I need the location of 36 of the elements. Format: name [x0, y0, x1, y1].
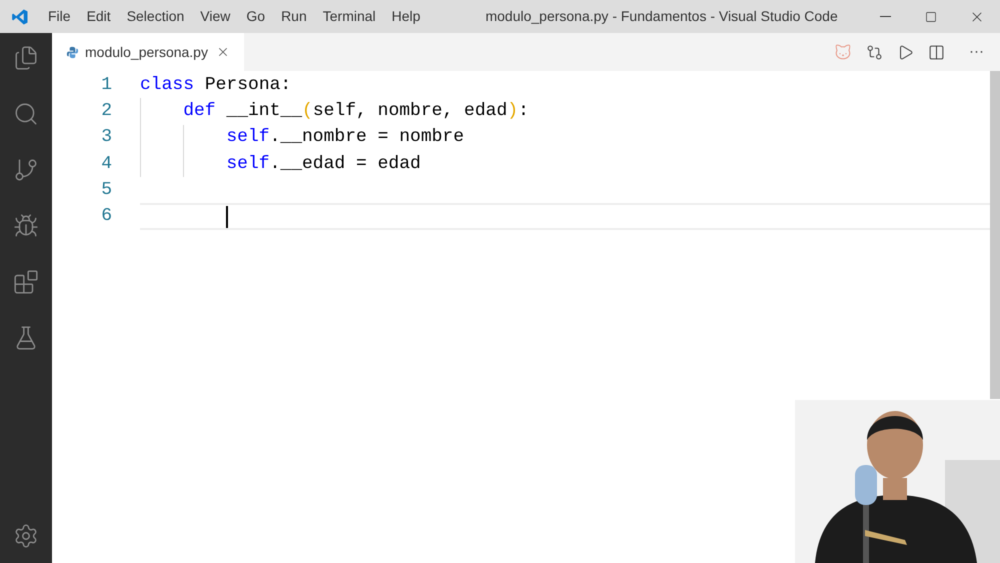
- python-icon: [66, 46, 79, 58]
- extensions-icon[interactable]: [13, 269, 39, 295]
- code-line: class Persona:: [140, 74, 292, 97]
- source-control-icon[interactable]: [13, 157, 39, 183]
- tab-label: modulo_persona.py: [85, 42, 208, 62]
- menu-item[interactable]: Help: [386, 6, 426, 27]
- line-number: 5: [100, 178, 112, 202]
- app-logo-icon: [11, 8, 29, 26]
- menu-item[interactable]: View: [195, 6, 236, 27]
- more-actions-button[interactable]: ···: [969, 40, 984, 64]
- text-cursor: [226, 206, 228, 228]
- code-line: def __int__(self, nombre, edad):: [183, 100, 529, 123]
- window-title: modulo_persona.py - Fundamentos - Visual Studio Code: [485, 7, 838, 26]
- line-number: 4: [100, 152, 112, 176]
- menu-item[interactable]: Selection: [122, 6, 190, 27]
- search-icon[interactable]: [13, 101, 39, 127]
- menu-item[interactable]: Edit: [82, 6, 116, 27]
- line-number: 1: [100, 74, 112, 97]
- menu-item[interactable]: Terminal: [318, 6, 381, 27]
- debug-icon[interactable]: [13, 213, 39, 239]
- code-line: self.__nombre = nombre: [226, 126, 464, 150]
- code-line: self.__edad = edad: [226, 152, 421, 176]
- menu-item[interactable]: File: [43, 6, 76, 27]
- line-number: 2: [100, 100, 112, 123]
- line-number: 3: [100, 126, 112, 150]
- files-icon[interactable]: [13, 45, 39, 71]
- play-icon[interactable]: [897, 44, 914, 60]
- editor-tab[interactable]: modulo_persona.py: [52, 33, 244, 71]
- compare-icon[interactable]: [866, 44, 883, 60]
- settings-icon[interactable]: [13, 523, 39, 549]
- minimize-icon: [880, 16, 890, 17]
- maximize-icon: [925, 10, 937, 22]
- menu-item[interactable]: Run: [276, 6, 312, 27]
- menu-item[interactable]: Go: [241, 6, 270, 27]
- line-number: 6: [100, 205, 112, 228]
- split-editor-icon[interactable]: [928, 44, 945, 60]
